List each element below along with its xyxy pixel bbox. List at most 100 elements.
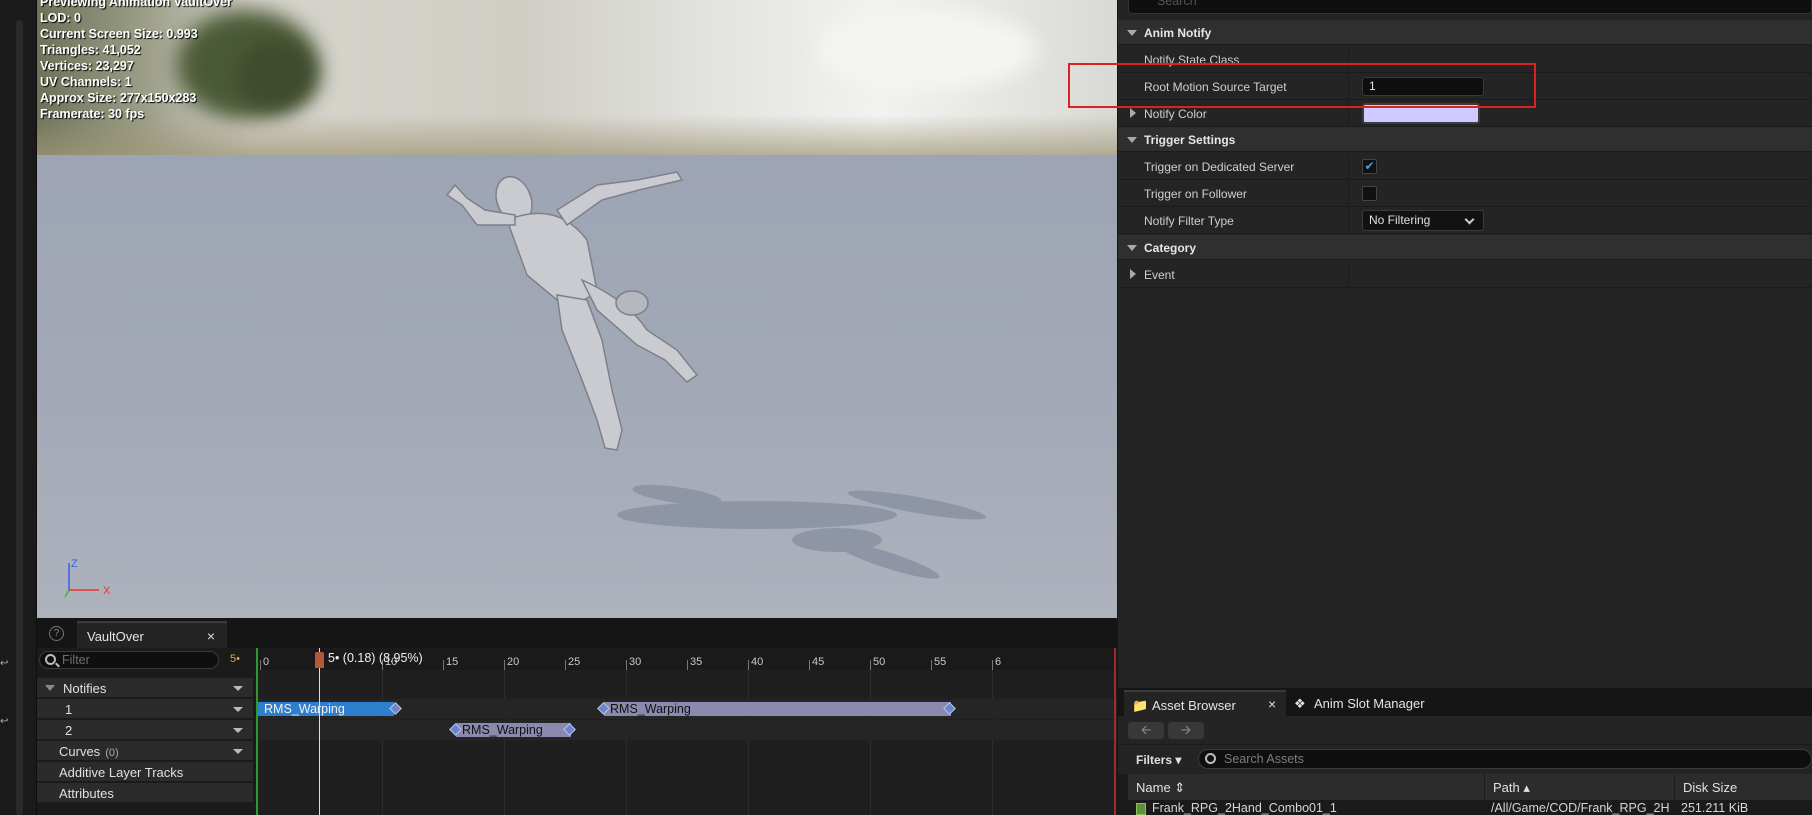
notify-rms-warping-selected[interactable]: RMS_Warping bbox=[258, 702, 402, 716]
tab-anim-slot-manager[interactable]: ❖ Anim Slot Manager bbox=[1288, 690, 1438, 716]
section-trigger-settings[interactable]: Trigger Settings bbox=[1118, 127, 1812, 152]
strip-glyph: ↩ bbox=[0, 658, 9, 669]
end-frame-marker[interactable] bbox=[1114, 648, 1116, 815]
search-icon bbox=[1205, 753, 1216, 764]
search-placeholder: Search bbox=[1157, 0, 1197, 8]
section-category[interactable]: Category bbox=[1118, 235, 1812, 260]
track-filter-input[interactable]: Filter bbox=[39, 651, 219, 669]
track-list: Filter 5• Notifies 1 2 Curves (0) Additiv… bbox=[37, 648, 256, 815]
curves-label: Curves bbox=[59, 744, 101, 759]
trigger-on-follower-checkbox[interactable] bbox=[1362, 186, 1377, 201]
trigger-dedicated-server-checkbox[interactable]: ✔ bbox=[1362, 159, 1377, 174]
expand-arrow-icon[interactable] bbox=[1130, 108, 1136, 118]
search-icon bbox=[45, 654, 56, 665]
column-label: Path ▴ bbox=[1493, 780, 1530, 795]
timeline-tab-bar: ? VaultOver × bbox=[37, 618, 1117, 648]
track-notify-1[interactable]: 1 bbox=[37, 699, 253, 719]
tab-label: Asset Browser bbox=[1152, 698, 1236, 713]
ruler-tick-label: 50 bbox=[873, 656, 886, 668]
stat-line: LOD: 0 bbox=[40, 11, 81, 25]
notify-track-2-lane[interactable] bbox=[256, 720, 1117, 740]
column-path[interactable]: Path ▴ bbox=[1485, 774, 1675, 800]
track-additive-layers[interactable]: Additive Layer Tracks bbox=[37, 762, 253, 782]
ruler-tick-label: 6 bbox=[995, 656, 1002, 668]
ruler-tick-label: 55 bbox=[934, 656, 947, 668]
chevron-down-icon bbox=[1464, 214, 1475, 225]
collapse-arrow-icon[interactable] bbox=[1127, 137, 1137, 143]
playhead-handle[interactable] bbox=[315, 652, 324, 668]
track-label: Notifies bbox=[63, 681, 107, 696]
section-anim-notify[interactable]: Anim Notify bbox=[1118, 20, 1812, 45]
notify-rms-warping[interactable]: RMS_Warping bbox=[597, 702, 956, 716]
current-frame-indicator: 5• bbox=[230, 653, 240, 665]
expand-arrow-icon[interactable] bbox=[1130, 269, 1136, 279]
column-name[interactable]: Name ⇕ bbox=[1128, 774, 1485, 800]
slot-manager-icon: ❖ bbox=[1294, 696, 1306, 711]
prop-notify-filter-type: Notify Filter Type No Filtering bbox=[1118, 207, 1812, 234]
dropdown-arrow-icon[interactable] bbox=[233, 707, 243, 712]
stat-line: Current Screen Size: 0.993 bbox=[40, 27, 198, 41]
filter-placeholder: Filter bbox=[62, 653, 90, 667]
track-label: Additive Layer Tracks bbox=[59, 765, 184, 780]
curves-count: (0) bbox=[105, 747, 119, 759]
tab-label: Anim Slot Manager bbox=[1314, 696, 1425, 711]
notify-filter-type-select[interactable]: No Filtering bbox=[1362, 210, 1484, 231]
folder-icon: 📁 bbox=[1132, 698, 1149, 713]
tab-asset-browser[interactable]: 📁 Asset Browser × bbox=[1124, 690, 1286, 716]
asset-name: Frank_RPG_2Hand_Combo01_1 bbox=[1152, 801, 1337, 815]
animation-viewport[interactable]: Previewing Animation VaultOver LOD: 0 Cu… bbox=[37, 0, 1117, 618]
track-attributes[interactable]: Attributes bbox=[37, 783, 253, 803]
prop-label: Notify Filter Type bbox=[1144, 214, 1234, 228]
filters-dropdown[interactable]: Filters ▾ bbox=[1136, 753, 1181, 767]
close-icon[interactable]: × bbox=[1268, 696, 1276, 712]
notify-rms-warping[interactable]: RMS_Warping bbox=[449, 723, 576, 737]
ruler-tick-label: 30 bbox=[629, 656, 642, 668]
playhead-line[interactable] bbox=[319, 648, 320, 815]
asset-filter-bar: Filters ▾ Search Assets bbox=[1118, 744, 1812, 774]
column-disk-size[interactable]: Disk Size bbox=[1675, 774, 1812, 800]
collapse-arrow-icon[interactable] bbox=[1127, 30, 1137, 36]
collapse-arrow-icon[interactable] bbox=[1127, 245, 1137, 251]
back-arrow-icon[interactable]: 🡨 bbox=[1128, 722, 1164, 739]
search-placeholder: Search Assets bbox=[1224, 752, 1304, 766]
forward-arrow-icon[interactable]: 🡪 bbox=[1168, 722, 1204, 739]
asset-column-headers: Name ⇕ Path ▴ Disk Size bbox=[1128, 774, 1812, 800]
left-scrollbar[interactable] bbox=[16, 20, 23, 815]
left-toolbar-strip: ↩ ↩ bbox=[0, 0, 37, 815]
section-label: Category bbox=[1144, 241, 1197, 255]
tab-vaultover[interactable]: VaultOver × bbox=[77, 621, 227, 648]
details-search-input[interactable]: Search bbox=[1128, 0, 1812, 14]
table-row[interactable]: Frank_RPG_2Hand_Combo01_1 /All/Game/COD/… bbox=[1128, 800, 1812, 815]
stat-line: Framerate: 30 fps bbox=[40, 107, 145, 121]
track-label: 1 bbox=[65, 702, 73, 717]
asset-browser-tab-bar: 📁 Asset Browser × ❖ Anim Slot Manager bbox=[1118, 688, 1812, 716]
help-icon[interactable]: ? bbox=[49, 626, 64, 641]
dropdown-arrow-icon[interactable] bbox=[233, 749, 243, 754]
track-curves[interactable]: Curves (0) bbox=[37, 741, 253, 761]
timeline-track-area[interactable]: 0 10 15 20 25 30 35 40 45 50 55 6 RMS_Wa… bbox=[256, 648, 1117, 815]
prop-trigger-dedicated-server: Trigger on Dedicated Server ✔ bbox=[1118, 153, 1812, 180]
column-name-label: Name bbox=[1136, 780, 1171, 795]
axis-z-label: Z bbox=[71, 558, 78, 570]
notify-label: RMS_Warping bbox=[610, 702, 691, 716]
select-value: No Filtering bbox=[1369, 213, 1431, 227]
start-frame-marker[interactable] bbox=[256, 648, 258, 815]
filters-label: Filters bbox=[1136, 753, 1173, 767]
ruler-tick-label: 40 bbox=[751, 656, 764, 668]
track-notify-2[interactable]: 2 bbox=[37, 720, 253, 740]
stat-line: Previewing Animation VaultOver bbox=[40, 0, 232, 9]
axis-x-label: X bbox=[103, 585, 111, 597]
stat-line: Triangles: 41,052 bbox=[40, 43, 141, 57]
dropdown-arrow-icon[interactable] bbox=[233, 686, 243, 691]
dropdown-arrow-icon[interactable] bbox=[233, 728, 243, 733]
track-label: Attributes bbox=[59, 786, 114, 801]
asset-search-input[interactable]: Search Assets bbox=[1198, 749, 1812, 769]
prop-label: Notify Color bbox=[1144, 107, 1207, 121]
prop-event: Event bbox=[1118, 261, 1812, 288]
collapse-arrow-icon[interactable] bbox=[45, 685, 55, 691]
track-notifies[interactable]: Notifies bbox=[37, 678, 253, 698]
close-icon[interactable]: × bbox=[207, 628, 215, 644]
ruler-tick-label: 20 bbox=[507, 656, 520, 668]
highlight-annotation-box bbox=[1068, 63, 1536, 108]
section-label: Trigger Settings bbox=[1144, 133, 1236, 147]
